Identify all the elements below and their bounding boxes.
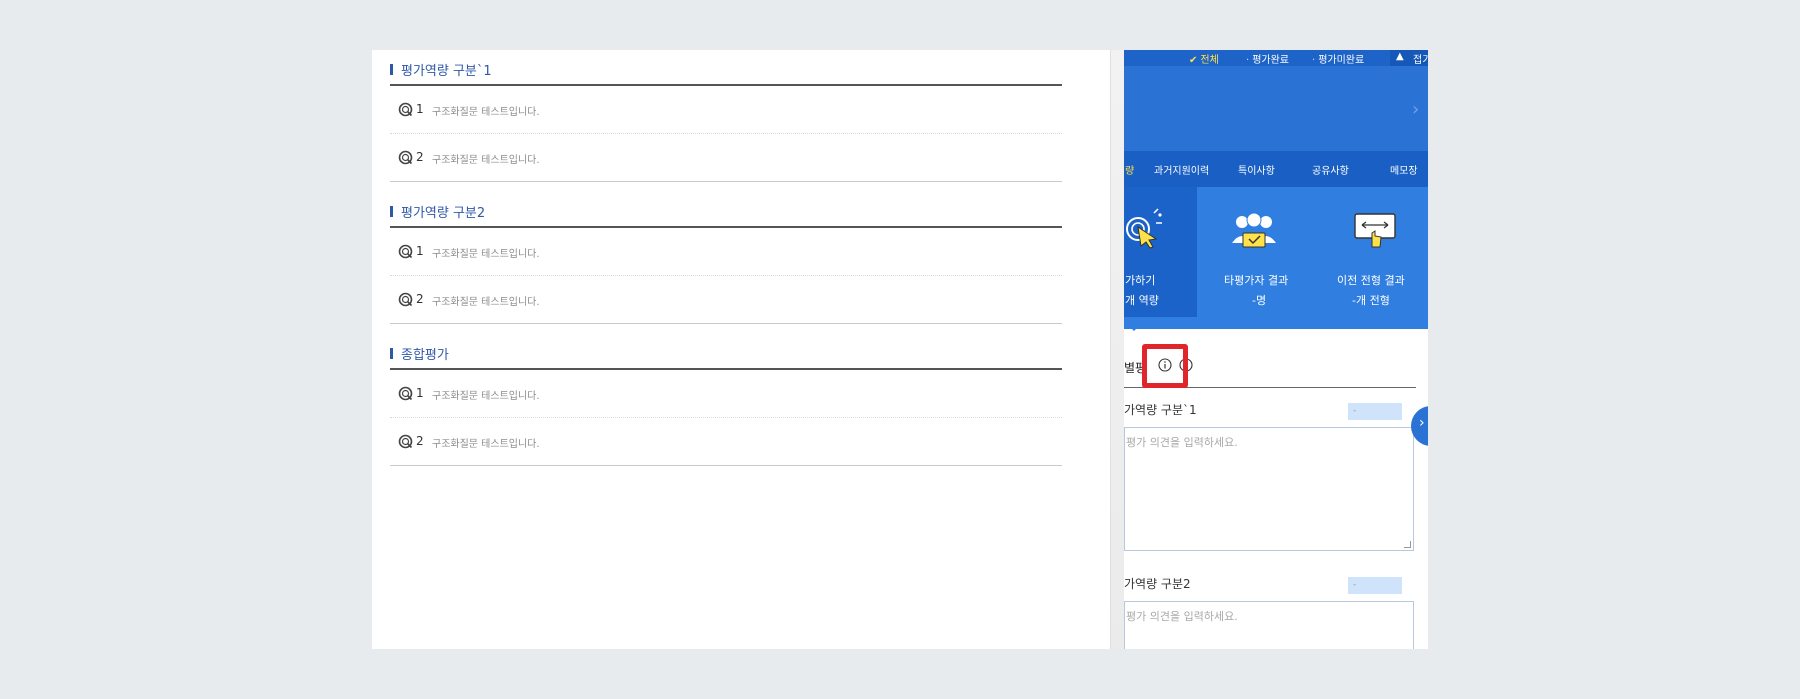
evaluation-panel: ✔ 전체 · 평가완료 · 평가미완료 ▲ 접기 › 량 과거지원이력 특이사항 공유… bbox=[1124, 50, 1428, 649]
tab-history[interactable]: 과거지원이력 bbox=[1154, 162, 1209, 177]
card-previous-sub: -개 전형 bbox=[1352, 294, 1390, 307]
filter-done[interactable]: · 평가완료 bbox=[1246, 51, 1289, 66]
q-badge-icon bbox=[398, 386, 413, 401]
card-previous-label: 이전 전형 결과 bbox=[1337, 274, 1405, 287]
evaluators-group-icon bbox=[1232, 212, 1276, 248]
score-select-1[interactable]: - bbox=[1348, 403, 1402, 420]
section-header-2: 평가역량 구분2 bbox=[390, 192, 1062, 228]
section-marker bbox=[390, 348, 393, 359]
panel-divider[interactable] bbox=[1110, 50, 1124, 649]
score-select-2[interactable]: - bbox=[1348, 577, 1402, 594]
q-badge-icon bbox=[398, 102, 413, 117]
section-title: 평가역량 구분2 bbox=[401, 206, 486, 221]
previous-stage-screen-icon bbox=[1354, 213, 1396, 248]
filter-bar: ✔ 전체 · 평가완료 · 평가미완료 ▲ 접기 bbox=[1124, 50, 1428, 66]
opinion-textarea-1[interactable]: 평가 의견을 입력하세요. bbox=[1124, 427, 1414, 551]
opinion-textarea-2[interactable]: 평가 의견을 입력하세요. bbox=[1124, 601, 1414, 649]
section-title: 종합평가 bbox=[401, 348, 449, 363]
question-number: 1 bbox=[416, 244, 424, 258]
collapse-arrow-icon: ▲ bbox=[1396, 51, 1404, 62]
checkmark-icon: ✔ bbox=[1189, 55, 1198, 66]
category-label-2: 가역량 구분2 bbox=[1124, 577, 1191, 591]
section-marker bbox=[390, 206, 393, 217]
card-others-sub: -명 bbox=[1252, 294, 1267, 307]
evaluate-pointer-icon bbox=[1126, 208, 1162, 249]
question-number: 2 bbox=[416, 292, 424, 306]
chevron-right-icon: › bbox=[1419, 415, 1425, 431]
question-row: 1 구조화질문 테스트입니다. bbox=[390, 228, 1062, 276]
question-row: 1 구조화질문 테스트입니다. bbox=[390, 86, 1062, 134]
section-header-3: 종합평가 bbox=[390, 334, 1062, 370]
highlight-box bbox=[1142, 344, 1188, 388]
app-frame: 평가역량 구분`1 1 구조화질문 테스트입니다. 2 구조화질문 테스트입니다… bbox=[372, 50, 1428, 649]
tab-evaluation[interactable]: 량 bbox=[1125, 162, 1134, 177]
question-text: 구조화질문 테스트입니다. bbox=[432, 107, 540, 118]
section-title: 평가역량 구분`1 bbox=[401, 64, 492, 79]
card-evaluate-sub: 개 역량 bbox=[1125, 294, 1159, 307]
question-number: 1 bbox=[416, 102, 424, 116]
tab-memo[interactable]: 메모장 bbox=[1390, 162, 1418, 177]
question-row: 2 구조화질문 테스트입니다. bbox=[390, 276, 1062, 324]
filter-all[interactable]: ✔ 전체 bbox=[1189, 51, 1219, 66]
section-marker bbox=[390, 64, 393, 75]
question-text: 구조화질문 테스트입니다. bbox=[432, 155, 540, 166]
question-row: 2 구조화질문 테스트입니다. bbox=[390, 418, 1062, 466]
bullet-icon: · bbox=[1312, 55, 1316, 66]
q-badge-icon bbox=[398, 292, 413, 307]
bullet-icon: · bbox=[1246, 55, 1250, 66]
question-text: 구조화질문 테스트입니다. bbox=[432, 249, 540, 260]
chevron-right-icon[interactable]: › bbox=[1412, 99, 1419, 120]
category-label-1: 가역량 구분`1 bbox=[1124, 403, 1197, 417]
tab-shared[interactable]: 공유사항 bbox=[1312, 162, 1349, 177]
filter-all-label: 전체 bbox=[1200, 55, 1219, 66]
resize-handle[interactable] bbox=[1404, 541, 1411, 548]
tab-bar: 량 과거지원이력 특이사항 공유사항 메모장 bbox=[1124, 151, 1428, 187]
opinion-placeholder-1: 평가 의견을 입력하세요. bbox=[1126, 436, 1238, 449]
selected-card-caret bbox=[1128, 325, 1140, 331]
question-number: 1 bbox=[416, 386, 424, 400]
question-text: 구조화질문 테스트입니다. bbox=[432, 297, 540, 308]
question-number: 2 bbox=[416, 434, 424, 448]
card-others-label: 타평가자 결과 bbox=[1224, 274, 1289, 287]
question-text: 구조화질문 테스트입니다. bbox=[432, 391, 540, 402]
q-badge-icon bbox=[398, 244, 413, 259]
q-badge-icon bbox=[398, 150, 413, 165]
question-list-panel: 평가역량 구분`1 1 구조화질문 테스트입니다. 2 구조화질문 테스트입니다… bbox=[372, 50, 1110, 649]
question-text: 구조화질문 테스트입니다. bbox=[432, 439, 540, 450]
section-header-1: 평가역량 구분`1 bbox=[390, 50, 1062, 86]
card-evaluate-label: 가하기 bbox=[1125, 274, 1156, 287]
q-badge-icon bbox=[398, 434, 413, 449]
collapse-button[interactable]: ▲ 접기 bbox=[1390, 50, 1428, 66]
collapse-label: 접기 bbox=[1413, 55, 1428, 66]
filter-not-done[interactable]: · 평가미완료 bbox=[1312, 51, 1364, 66]
question-row: 1 구조화질문 테스트입니다. bbox=[390, 370, 1062, 418]
question-row: 2 구조화질문 테스트입니다. bbox=[390, 134, 1062, 182]
tab-remarks[interactable]: 특이사항 bbox=[1238, 162, 1275, 177]
opinion-placeholder-2: 평가 의견을 입력하세요. bbox=[1126, 610, 1238, 623]
filter-not-done-label: 평가미완료 bbox=[1318, 55, 1365, 66]
filter-done-label: 평가완료 bbox=[1252, 55, 1289, 66]
question-number: 2 bbox=[416, 150, 424, 164]
summary-cards: 가하기 개 역량 타평가자 결과 -명 이전 전형 결과 -개 전형 bbox=[1124, 187, 1428, 329]
